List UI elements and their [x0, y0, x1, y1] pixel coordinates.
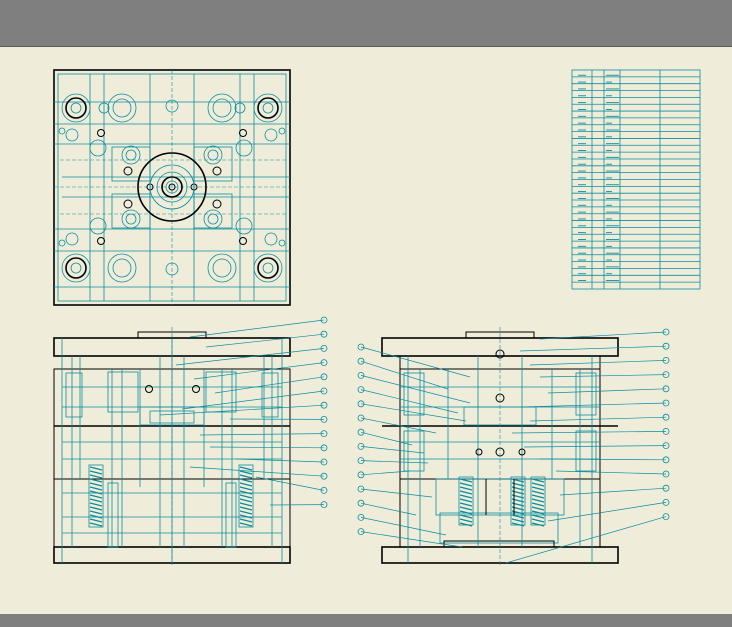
- spring-coil: [89, 470, 103, 475]
- spring-coil: [531, 518, 545, 523]
- spring-coil: [89, 502, 103, 507]
- spring-coil: [239, 518, 253, 523]
- leader-line: [519, 402, 667, 408]
- spring-coil: [239, 474, 253, 479]
- spring-coil: [239, 502, 253, 507]
- leader-line: [189, 319, 325, 338]
- spring-coil: [239, 494, 253, 499]
- spring-coil: [89, 522, 103, 527]
- leader-line: [505, 516, 667, 564]
- leader-line: [189, 466, 325, 477]
- leader-line: [547, 502, 667, 522]
- leader-line: [360, 460, 429, 464]
- spring-coil: [531, 514, 545, 519]
- status-bar: [0, 614, 732, 627]
- leader-line: [360, 403, 467, 422]
- spring-coil: [459, 518, 473, 523]
- spring-coil: [89, 498, 103, 503]
- spring-coil: [459, 514, 473, 519]
- spring-coil: [531, 482, 545, 487]
- spring-coil: [531, 510, 545, 515]
- drawing-canvas: [53, 69, 701, 567]
- spring-coil: [239, 514, 253, 519]
- spring-coil: [531, 486, 545, 491]
- drawing-sheet[interactable]: [0, 47, 732, 614]
- spring-coil: [89, 518, 103, 523]
- spring-coil: [531, 502, 545, 507]
- leader-line: [529, 360, 667, 366]
- leader-line: [193, 362, 325, 380]
- spring-coil: [89, 494, 103, 499]
- leader-line: [547, 388, 667, 394]
- leader-line: [360, 360, 449, 390]
- window-title-bar: [0, 0, 732, 47]
- spring-coil: [89, 506, 103, 511]
- spring-coil: [459, 494, 473, 499]
- spring-coil: [89, 510, 103, 515]
- spring-coil: [459, 510, 473, 515]
- leader-line: [205, 333, 325, 348]
- spring-coil: [459, 506, 473, 511]
- spring-coil: [531, 506, 545, 511]
- spring-coil: [459, 486, 473, 491]
- spring-coil: [239, 510, 253, 515]
- callout-balloon: [662, 513, 670, 521]
- leader-line: [519, 345, 667, 352]
- leader-line: [199, 433, 325, 436]
- spring-coil: [239, 466, 253, 471]
- spring-coil: [459, 498, 473, 503]
- leader-line: [360, 446, 425, 454]
- spring-coil: [531, 494, 545, 499]
- leader-line: [209, 446, 325, 449]
- bom-table: [571, 69, 701, 290]
- leader-line: [360, 531, 463, 548]
- leader-line: [529, 416, 667, 422]
- spring-coil: [459, 482, 473, 487]
- spring-coil: [89, 474, 103, 479]
- leader-line: [523, 445, 667, 448]
- leader-line: [214, 376, 325, 394]
- spring-coil: [239, 486, 253, 491]
- spring-coil: [89, 482, 103, 487]
- spring-coil: [89, 486, 103, 491]
- leader-line: [360, 488, 433, 498]
- spring-coil: [239, 522, 253, 527]
- leader-line: [360, 470, 411, 476]
- leader-line: [235, 458, 325, 463]
- spring-coil: [459, 502, 473, 507]
- spring-coil: [239, 482, 253, 487]
- spring-coil: [239, 506, 253, 511]
- spring-coil: [239, 490, 253, 495]
- leader-line: [539, 458, 667, 461]
- spring-coil: [459, 490, 473, 495]
- leader-line: [360, 346, 471, 378]
- spring-coil: [531, 498, 545, 503]
- leader-line: [559, 487, 667, 496]
- spring-coil: [89, 514, 103, 519]
- leader-line: [539, 374, 667, 378]
- spring-coil: [531, 490, 545, 495]
- top-plan-view: [53, 69, 291, 306]
- spring-coil: [239, 498, 253, 503]
- leader-line: [360, 375, 471, 404]
- leader-line: [360, 389, 459, 414]
- spring-coil: [459, 522, 473, 527]
- spring-coil: [531, 522, 545, 527]
- spring-coil: [89, 466, 103, 471]
- spring-coil: [89, 490, 103, 495]
- leader-line: [360, 517, 447, 536]
- leader-line: [555, 470, 667, 475]
- leader-line: [511, 431, 667, 434]
